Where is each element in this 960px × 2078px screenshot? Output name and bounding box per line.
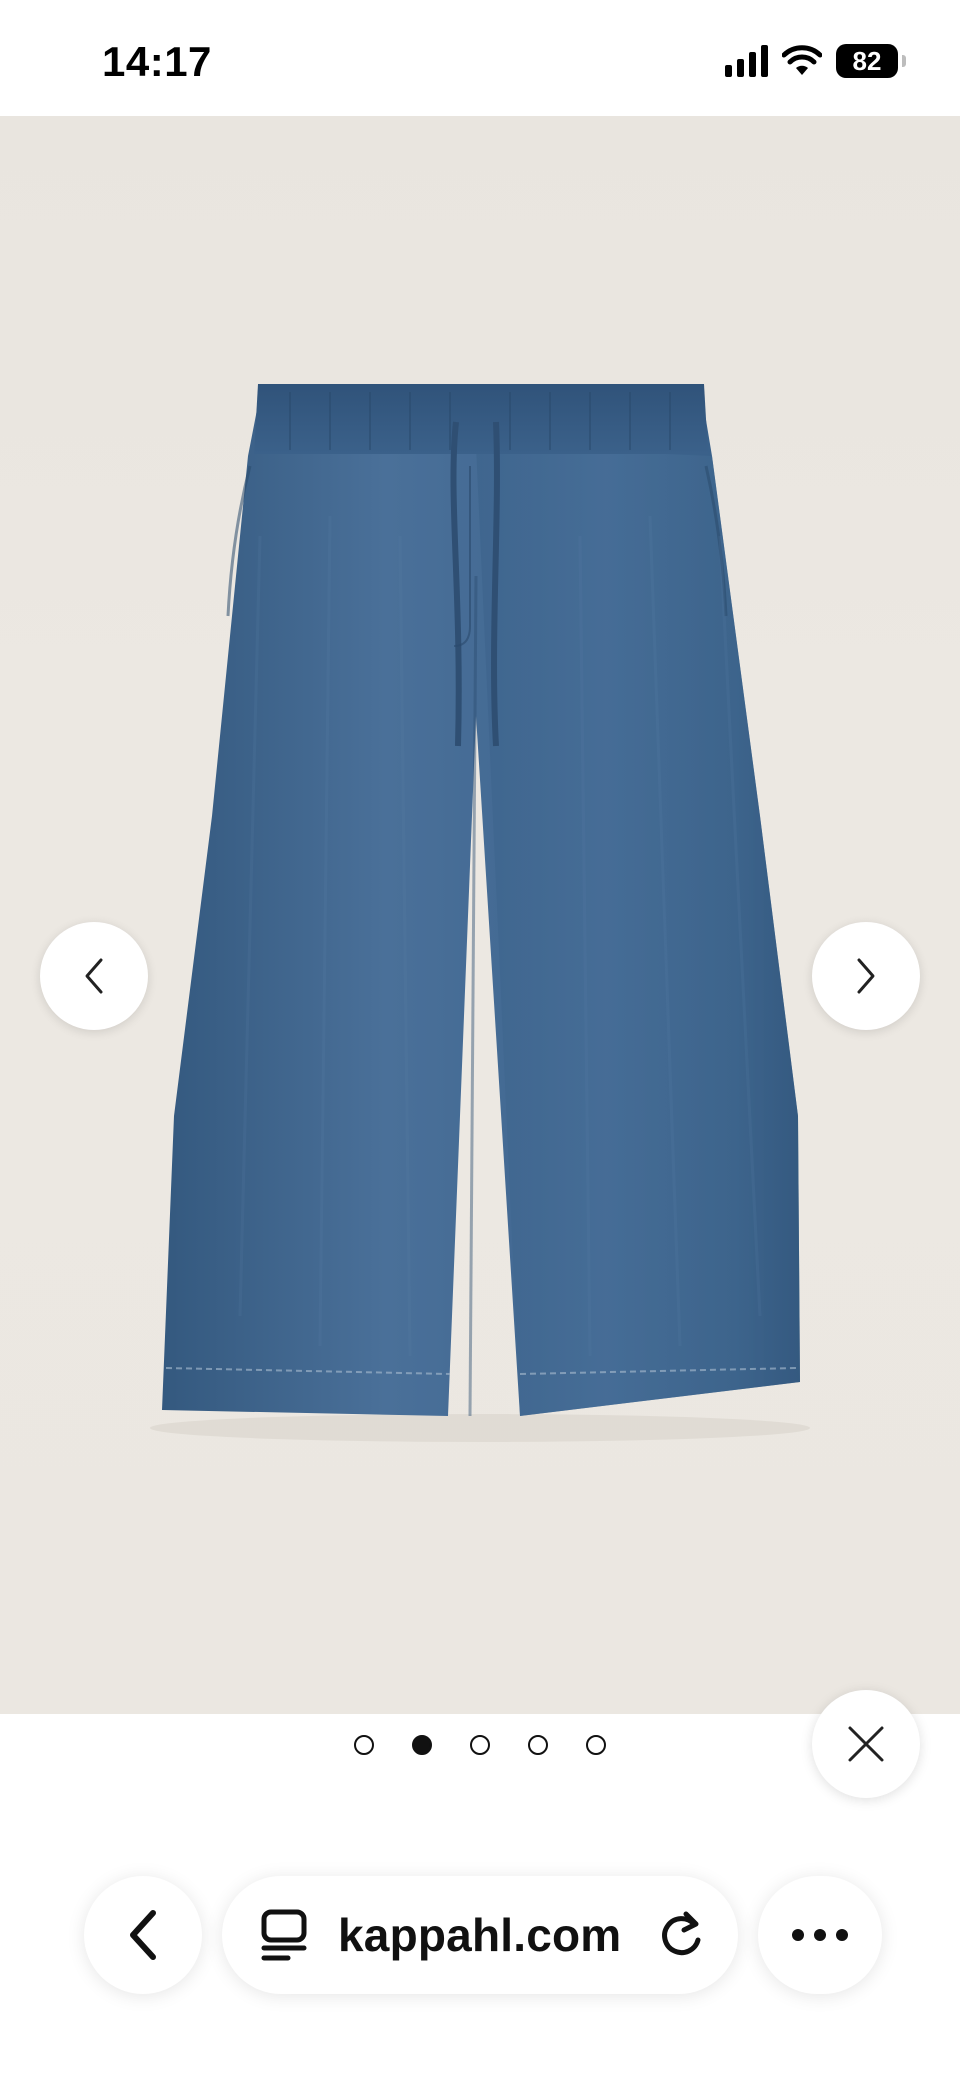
back-arrow-icon [130, 1910, 156, 1960]
battery-icon: 82 [836, 44, 906, 78]
status-indicators: 82 [725, 44, 906, 78]
more-icon [792, 1929, 848, 1941]
wifi-icon [782, 45, 822, 75]
pagination-dot[interactable] [586, 1735, 606, 1755]
pagination-dot-active[interactable] [412, 1735, 432, 1755]
chevron-left-icon [85, 958, 103, 994]
product-image-gallery[interactable] [0, 116, 960, 1714]
product-photo [150, 384, 810, 1442]
chevron-right-icon [857, 958, 875, 994]
pagination-dot[interactable] [354, 1735, 374, 1755]
pagination-dot[interactable] [528, 1735, 548, 1755]
close-icon [848, 1726, 884, 1762]
reload-icon[interactable] [656, 1908, 706, 1962]
close-gallery-button[interactable] [812, 1690, 920, 1798]
status-bar: 14:17 82 [0, 0, 960, 116]
previous-image-button[interactable] [40, 922, 148, 1030]
address-bar[interactable]: kappahl.com [222, 1876, 738, 1994]
url-text[interactable]: kappahl.com [338, 1908, 621, 1962]
more-options-button[interactable] [758, 1876, 882, 1994]
signal-icon [725, 45, 768, 77]
browser-back-button[interactable] [84, 1876, 202, 1994]
status-time: 14:17 [102, 38, 212, 85]
tab-overview-icon[interactable] [258, 1908, 310, 1962]
next-image-button[interactable] [812, 922, 920, 1030]
pagination-dot[interactable] [470, 1735, 490, 1755]
browser-toolbar: kappahl.com [0, 1860, 960, 2010]
battery-level: 82 [852, 45, 882, 76]
